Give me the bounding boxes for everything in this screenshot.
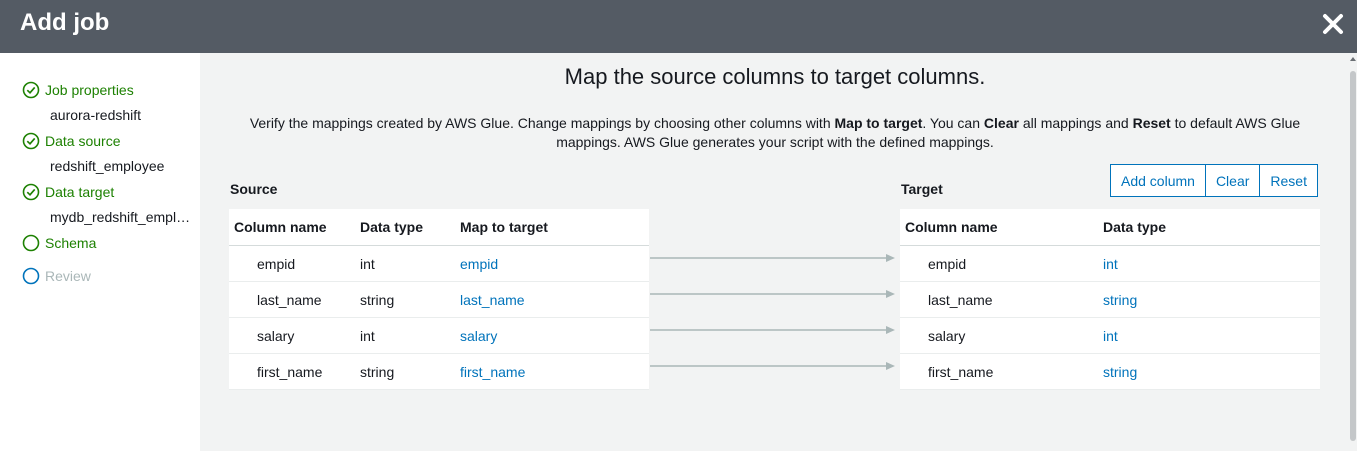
- desc-text: all mappings and: [1018, 115, 1133, 131]
- step-value: aurora-redshift: [50, 107, 142, 123]
- source-column-name: empid: [257, 255, 296, 272]
- desc-bold: Map to target: [834, 115, 923, 131]
- target-data-type-link[interactable]: int: [1103, 246, 1118, 281]
- step-label: Schema: [45, 235, 97, 251]
- step-label: Data source: [45, 133, 121, 149]
- target-data-type-link[interactable]: string: [1103, 354, 1137, 389]
- pending-step-circle-icon: [22, 267, 40, 285]
- mapping-description: Verify the mappings created by AWS Glue.…: [240, 114, 1310, 152]
- desc-bold: Clear: [983, 115, 1019, 131]
- source-column-name: salary: [257, 327, 295, 344]
- step-value: mydb_redshift_employee: [50, 209, 192, 225]
- column-header: Data type: [1103, 219, 1167, 235]
- source-table: Column name Data type Map to target empi…: [229, 209, 649, 390]
- column-header: Map to target: [460, 219, 548, 235]
- map-to-target-link[interactable]: first_name: [460, 354, 525, 389]
- table-row: last_name string: [900, 282, 1320, 318]
- table-row: salary int salary: [229, 318, 649, 354]
- step-label: Job properties: [45, 82, 134, 98]
- target-data-type-link[interactable]: string: [1103, 282, 1137, 317]
- target-column-name: first_name: [928, 363, 994, 380]
- source-column-name: last_name: [257, 291, 322, 308]
- table-row: empid int empid: [229, 246, 649, 282]
- map-to-target-link[interactable]: empid: [460, 246, 498, 281]
- mapping-actions: Add column Clear Reset: [1110, 164, 1318, 197]
- column-header: Column name: [234, 219, 327, 235]
- column-header: Column name: [905, 219, 998, 235]
- main-content: Map the source columns to target columns…: [200, 53, 1357, 451]
- page-heading: Map the source columns to target columns…: [564, 64, 986, 89]
- step-data-target[interactable]: Data target: [22, 182, 114, 202]
- source-data-type: int: [360, 327, 375, 344]
- modal-header: Add job: [0, 0, 1357, 53]
- check-circle-icon: [22, 81, 40, 99]
- target-column-name: salary: [928, 327, 966, 344]
- table-row: salary int: [900, 318, 1320, 354]
- desc-bold: Reset: [1132, 115, 1171, 131]
- target-column-name: empid: [928, 255, 967, 272]
- wizard-steps: Job properties aurora-redshift Data sour…: [0, 53, 200, 451]
- source-data-type: string: [360, 363, 395, 380]
- source-column-name: first_name: [257, 363, 323, 380]
- map-to-target-link[interactable]: last_name: [460, 282, 525, 317]
- step-data-source[interactable]: Data source: [22, 131, 120, 151]
- map-to-target-link[interactable]: salary: [460, 318, 497, 353]
- desc-text: . You can: [922, 115, 984, 131]
- table-header-row: Column name Data type: [900, 209, 1320, 246]
- step-review: Review: [22, 266, 91, 286]
- target-column-name: last_name: [928, 291, 993, 308]
- modal-title: Add job: [20, 9, 110, 36]
- current-step-circle-icon: [22, 234, 40, 252]
- add-column-button[interactable]: Add column: [1110, 164, 1206, 197]
- step-label: Review: [45, 268, 91, 284]
- source-label: Source: [230, 181, 278, 197]
- source-data-type: int: [360, 255, 375, 272]
- scroll-up-arrow-icon[interactable]: [1349, 55, 1357, 63]
- reset-button[interactable]: Reset: [1260, 164, 1318, 197]
- source-data-type: string: [360, 291, 395, 308]
- check-circle-icon: [22, 132, 40, 150]
- vertical-scrollbar[interactable]: [1349, 53, 1357, 451]
- clear-button[interactable]: Clear: [1205, 164, 1261, 197]
- column-header: Data type: [360, 219, 424, 235]
- step-job-properties[interactable]: Job properties: [22, 80, 134, 100]
- check-circle-icon: [22, 183, 40, 201]
- step-label: Data target: [45, 184, 115, 200]
- target-data-type-link[interactable]: int: [1103, 318, 1118, 353]
- step-value: redshift_employee: [50, 158, 165, 174]
- table-row: first_name string first_name: [229, 354, 649, 390]
- desc-text: Verify the mappings created by AWS Glue.…: [249, 115, 835, 131]
- table-header-row: Column name Data type Map to target: [229, 209, 649, 246]
- scrollbar-thumb[interactable]: [1350, 71, 1356, 441]
- mapping-arrows: [650, 254, 895, 370]
- step-schema[interactable]: Schema: [22, 233, 96, 253]
- table-row: first_name string: [900, 354, 1320, 390]
- close-icon[interactable]: [1319, 10, 1347, 38]
- target-label: Target: [901, 181, 943, 197]
- table-row: empid int: [900, 246, 1320, 282]
- target-table: Column name Data type empid int last_nam…: [900, 209, 1320, 390]
- table-row: last_name string last_name: [229, 282, 649, 318]
